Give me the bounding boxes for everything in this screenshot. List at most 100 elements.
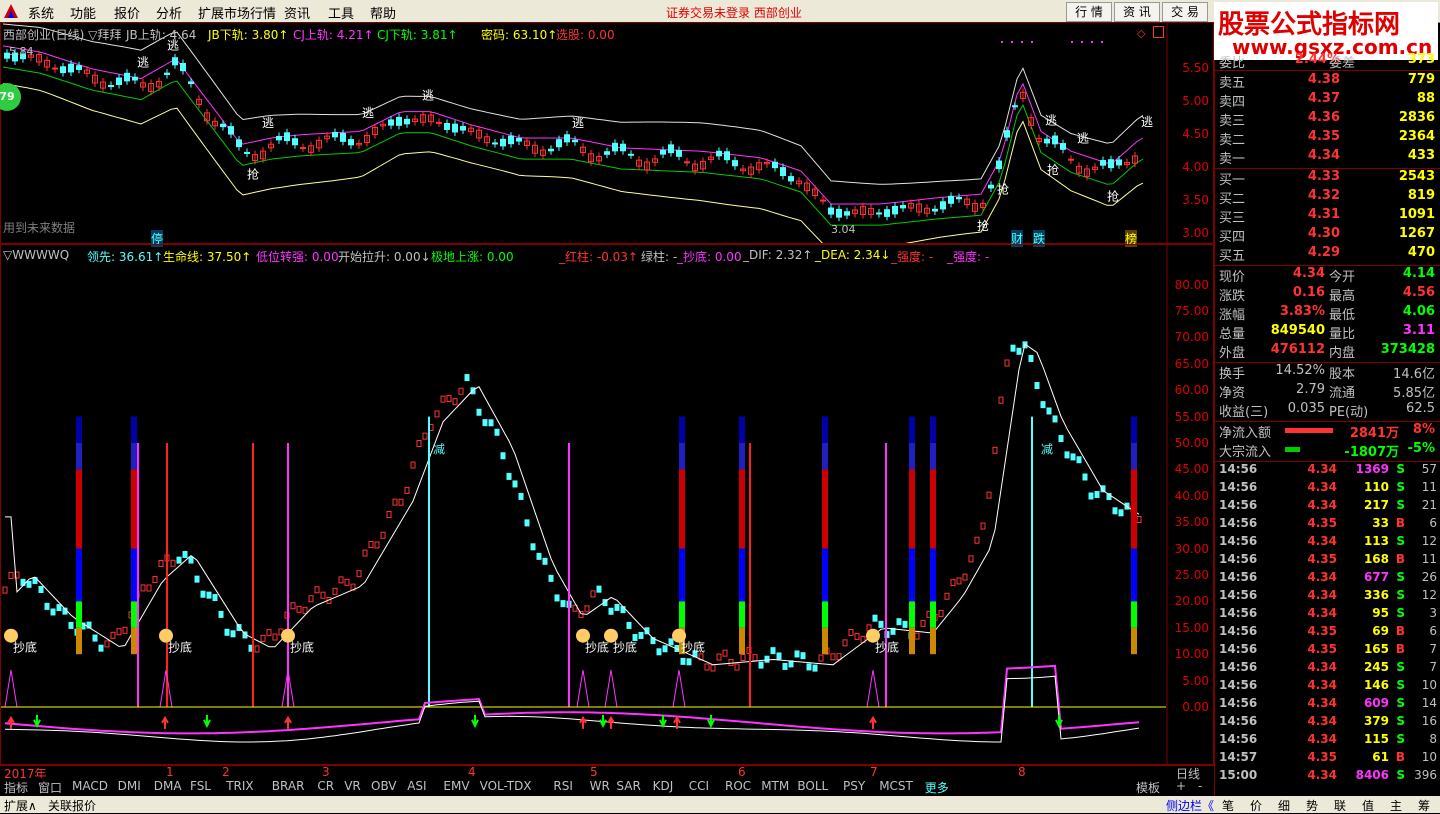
side-tab-price[interactable]: 价 [1250, 797, 1262, 814]
sidebar-toggle[interactable]: 侧边栏《 [1166, 797, 1214, 814]
trade-row[interactable]: 14:56 4.34 245 S 7 [1215, 660, 1440, 678]
menu-analysis[interactable]: 分析 [156, 3, 182, 22]
buy-row[interactable]: 买四 4.30 1267 [1215, 226, 1440, 245]
trade-row[interactable]: 14:57 4.35 61 B 10 [1215, 750, 1440, 768]
menu-system[interactable]: 系统 [28, 3, 54, 22]
main-kline-chart[interactable]: 逃逃逃逃逃逃逃逃逃抢抢抢抢抢 西部创业(日线) ▽拜拜 JB上轨: 4.64 J… [0, 22, 1214, 247]
indicator-tab[interactable]: 指标 [4, 779, 28, 796]
window-toggle-icon[interactable] [1153, 26, 1164, 38]
side-tab-trend[interactable]: 势 [1306, 797, 1318, 814]
candle-body [724, 151, 730, 161]
candle-body [660, 150, 666, 155]
order-volume: 819 [1407, 188, 1435, 203]
indicator-tab[interactable]: RSI [553, 779, 573, 793]
buy-row[interactable]: 买五 4.29 470 [1215, 245, 1440, 264]
sell-row[interactable]: 卖二 4.35 2364 [1215, 129, 1440, 148]
indicator-tab[interactable]: ASI [407, 779, 426, 793]
menu-ext-market[interactable]: 扩展市场行情 [198, 3, 276, 22]
order-volume: 2836 [1398, 110, 1435, 125]
trade-row[interactable]: 14:56 4.34 110 S 11 [1215, 480, 1440, 498]
tab-right-control[interactable]: 模板 [1136, 779, 1160, 796]
indicator-tab[interactable]: DMI [118, 779, 141, 793]
indicator-tab[interactable]: TRIX [226, 779, 253, 793]
tab-trade-button[interactable]: 交 易 [1162, 2, 1208, 22]
indicator-tab[interactable]: EMV [443, 779, 469, 793]
indicator-tab[interactable]: 窗口 [38, 779, 62, 796]
trade-row[interactable]: 14:56 4.35 69 B 6 [1215, 624, 1440, 642]
menu-function[interactable]: 功能 [70, 3, 96, 22]
side-tab-chips[interactable]: 筹 [1418, 797, 1430, 814]
indicator-tab[interactable]: WR [590, 779, 610, 793]
trade-row[interactable]: 14:56 4.34 379 S 16 [1215, 714, 1440, 732]
sell-row[interactable]: 卖五 4.38 779 [1215, 72, 1440, 91]
trade-row[interactable]: 14:56 4.34 95 S 3 [1215, 606, 1440, 624]
indicator-tab[interactable]: SAR [616, 779, 640, 793]
indicator-tab[interactable]: PSY [843, 779, 865, 793]
indicator-tab[interactable]: MCST [879, 779, 913, 793]
indicator-bar [314, 586, 320, 594]
trade-row[interactable]: 14:56 4.34 115 S 8 [1215, 732, 1440, 750]
y-tick: 70.00 [1174, 330, 1209, 345]
indicator-tab[interactable]: MTM [761, 779, 789, 793]
trade-row[interactable]: 15:00 4.34 8406 S 396 [1215, 768, 1440, 786]
side-tab-linked[interactable]: 联 [1334, 797, 1346, 814]
indicator-tab[interactable]: DMA [154, 779, 182, 793]
tab-quote-button[interactable]: 行 情 [1066, 2, 1112, 22]
sell-row[interactable]: 卖一 4.34 433 [1215, 148, 1440, 167]
indicator-tab[interactable]: CCI [689, 779, 709, 793]
indicator-tab[interactable]: BRAR [272, 779, 305, 793]
trade-row[interactable]: 14:56 4.35 33 B 6 [1215, 516, 1440, 534]
menu-news[interactable]: 资讯 [284, 3, 310, 22]
indicator-name[interactable]: ▽WWWWQ [3, 248, 69, 262]
sell-row[interactable]: 卖四 4.37 88 [1215, 91, 1440, 110]
buy-row[interactable]: 买三 4.31 1091 [1215, 207, 1440, 226]
trade-row[interactable]: 14:56 4.35 168 B 11 [1215, 552, 1440, 570]
indicator-tab[interactable]: 更多 [925, 779, 949, 796]
order-level-label: 卖五 [1219, 76, 1246, 91]
indicator-tab[interactable]: BOLL [797, 779, 828, 793]
trade-row[interactable]: 14:56 4.34 677 S 26 [1215, 570, 1440, 588]
side-tab-trades[interactable]: 笔 [1222, 797, 1234, 814]
indicator-bar [224, 628, 230, 636]
trade-row[interactable]: 14:56 4.34 336 S 12 [1215, 588, 1440, 606]
expand-button[interactable]: 扩展∧ [4, 797, 37, 814]
sell-row[interactable]: 卖三 4.36 2836 [1215, 110, 1440, 129]
indicator-tab[interactable]: VOL-TDX [480, 779, 532, 793]
escape-marker: 逃 [1141, 115, 1153, 129]
indicator-tab[interactable]: VR [344, 779, 361, 793]
diamond-icon[interactable]: ◇ [1137, 27, 1145, 40]
menu-help[interactable]: 帮助 [370, 3, 396, 22]
trade-row[interactable]: 14:56 4.34 113 S 12 [1215, 534, 1440, 552]
indicator-tab[interactable]: KDJ [653, 779, 674, 793]
tab-right-control[interactable]: + [1176, 779, 1186, 793]
side-tab-detail[interactable]: 细 [1278, 797, 1290, 814]
trade-row[interactable]: 14:56 4.34 146 S 10 [1215, 678, 1440, 696]
flow-label: 净流入额 [1219, 426, 1272, 441]
menu-quote[interactable]: 报价 [114, 3, 140, 22]
tab-news-button[interactable]: 资 讯 [1114, 2, 1160, 22]
indicator-chart[interactable]: 抄底 抄底 抄底 抄底 抄底 抄底 抄底减减 ▽WWWWQ 领先: 36.61↑ 生命线: … [0, 244, 1214, 765]
trade-count: 26 [1421, 570, 1437, 584]
tab-right-control[interactable]: - [1198, 779, 1202, 793]
indicator-tab[interactable]: MACD [72, 779, 108, 793]
trade-row[interactable]: 14:56 4.34 217 S 21 [1215, 498, 1440, 516]
indicator-bar [68, 621, 74, 629]
signal-line [252, 443, 254, 707]
indicator-tab[interactable]: ROC [725, 779, 751, 793]
side-tab-value[interactable]: 值 [1362, 797, 1374, 814]
menu-tools[interactable]: 工具 [328, 3, 354, 22]
indicator-tab[interactable]: OBV [371, 779, 397, 793]
y-tick: 55.00 [1174, 409, 1209, 424]
candle-body [996, 160, 1002, 170]
y-tick: 3.50 [1182, 193, 1209, 207]
indicator-tab[interactable]: CR [317, 779, 334, 793]
trade-row[interactable]: 14:56 4.35 165 B 7 [1215, 642, 1440, 660]
side-tab-main[interactable]: 主 [1390, 797, 1402, 814]
trade-row[interactable]: 14:56 4.34 1369 S 57 [1215, 462, 1440, 480]
buy-row[interactable]: 买二 4.32 819 [1215, 188, 1440, 207]
qiangdu2-value: _强度: - [947, 250, 990, 264]
related-quote-button[interactable]: 关联报价 [48, 797, 96, 814]
buy-row[interactable]: 买一 4.33 2543 [1215, 169, 1440, 188]
trade-row[interactable]: 14:56 4.34 609 S 14 [1215, 696, 1440, 714]
indicator-tab[interactable]: FSL [190, 779, 211, 793]
